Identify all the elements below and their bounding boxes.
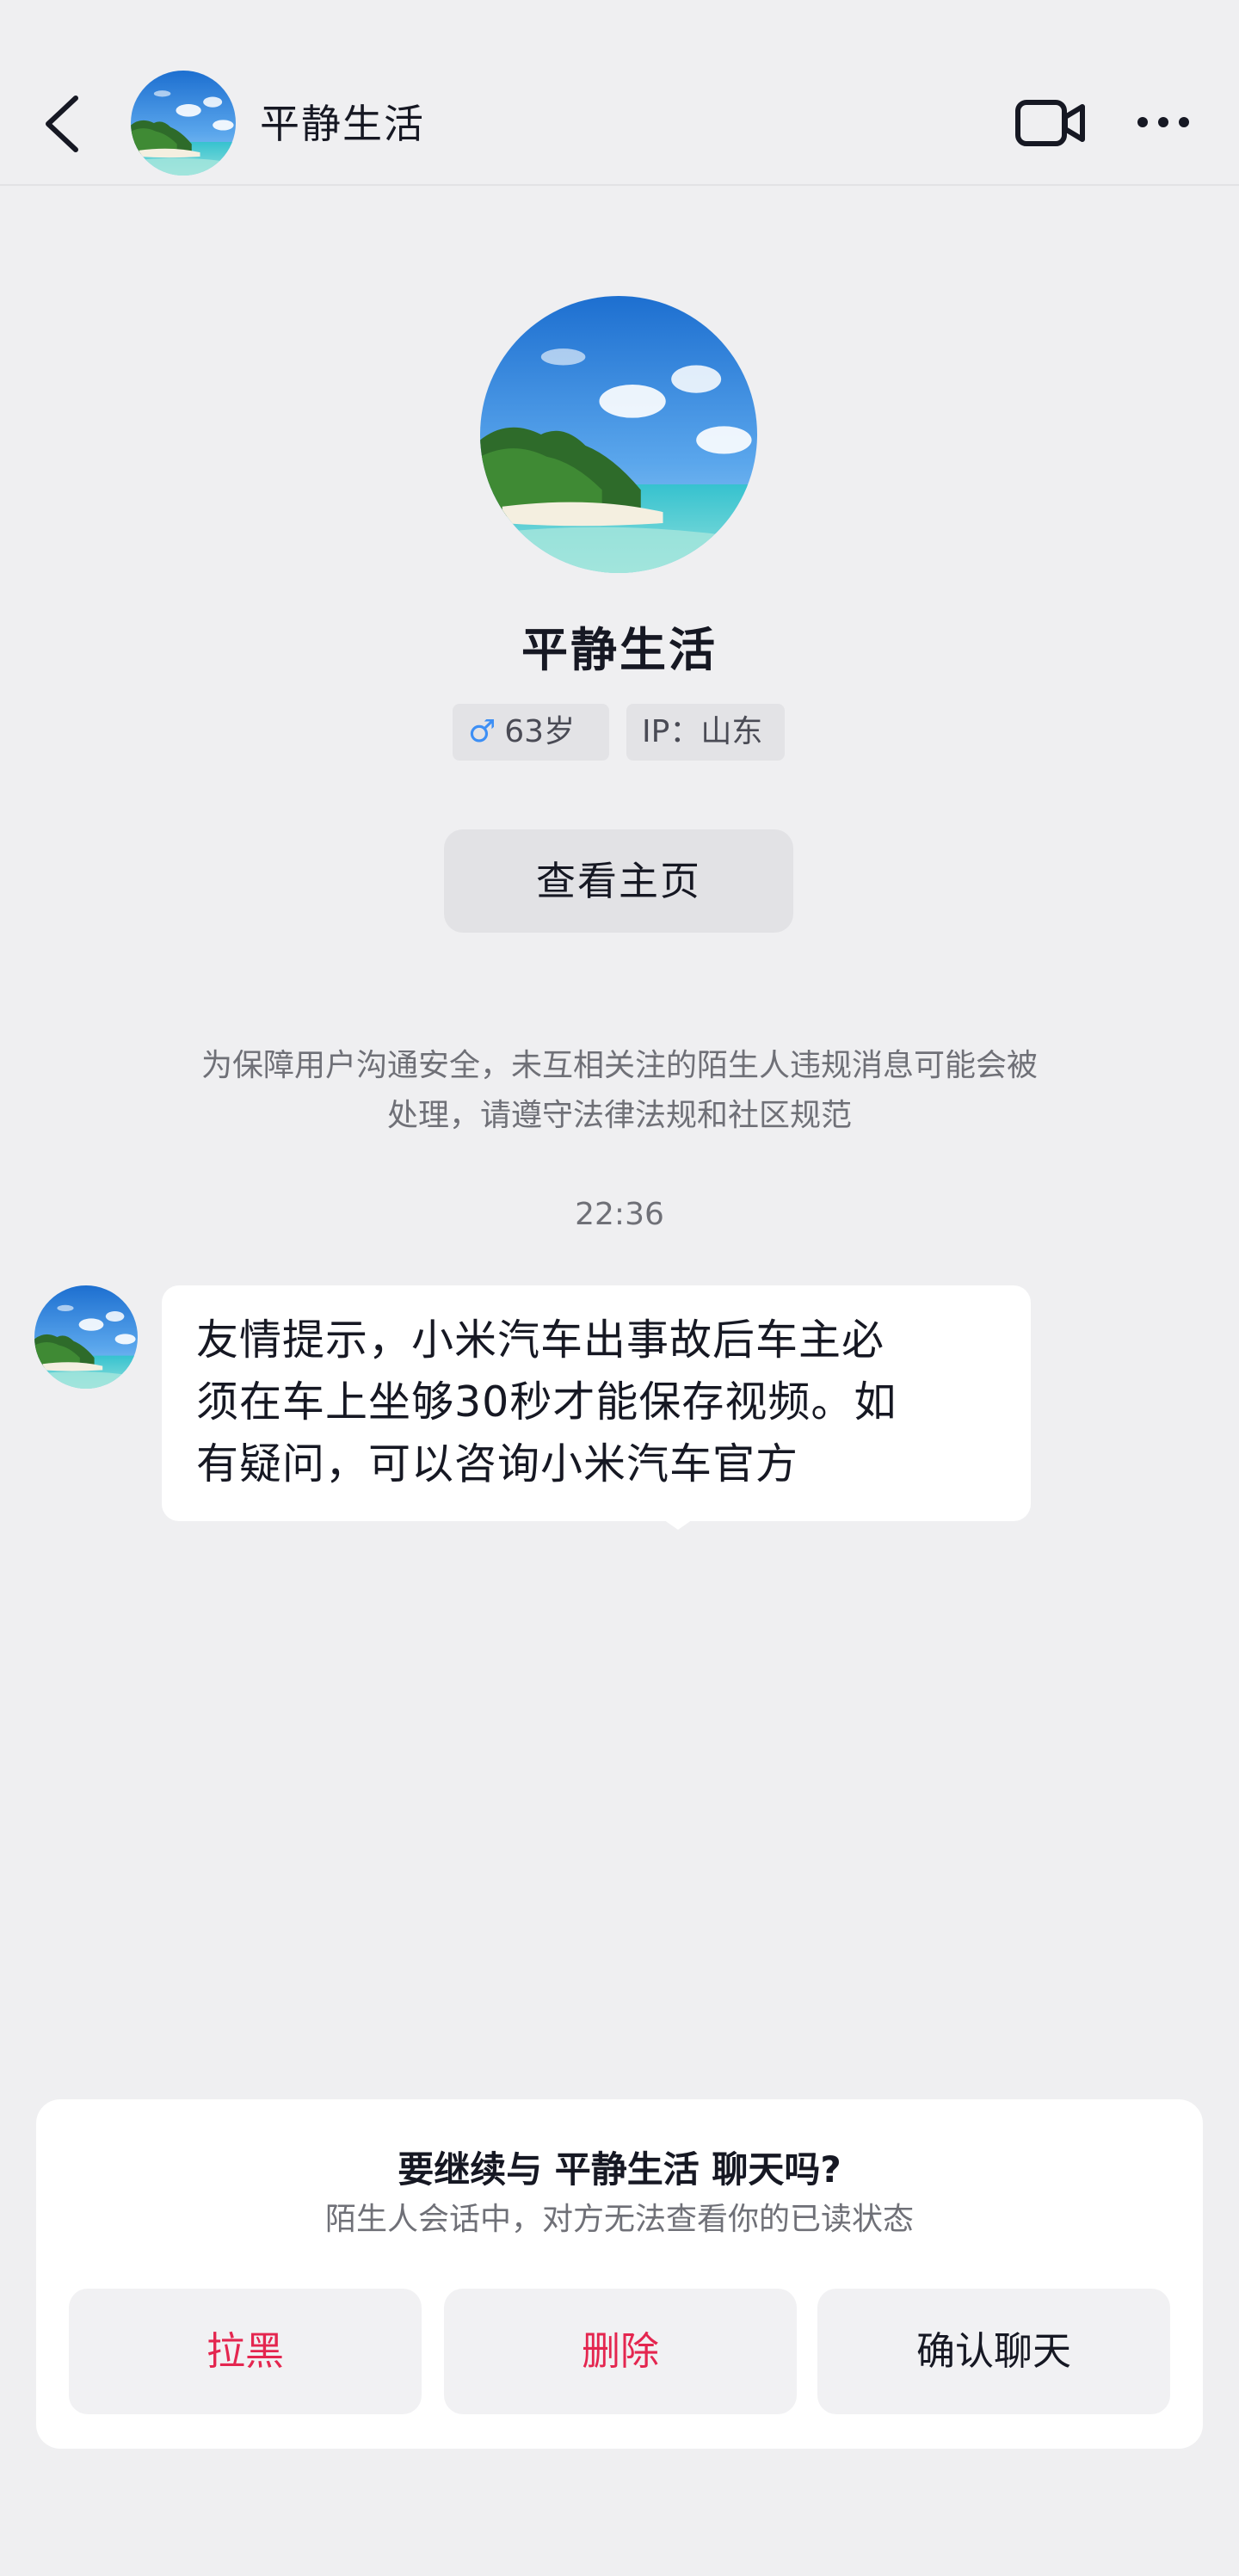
message-line: 有疑问，可以咨询小米汽车官方 bbox=[196, 1439, 799, 1488]
back-icon[interactable] bbox=[41, 93, 83, 155]
message-line: 友情提示，小米汽车出事故后车主必 bbox=[196, 1316, 885, 1365]
ip-location-tag: IP：山东 bbox=[626, 704, 785, 761]
safety-notice-line: 处理，请遵守法律法规和社区规范 bbox=[386, 1098, 852, 1133]
message-timestamp: 22:36 bbox=[575, 1197, 664, 1232]
more-icon[interactable] bbox=[1136, 112, 1191, 132]
safety-notice: 为保障用户沟通安全，未互相关注的陌生人违规消息可能会被 处理，请遵守法律法规和社… bbox=[120, 1041, 1119, 1141]
chat-header: 平静生活 bbox=[0, 0, 1239, 186]
header-contact-name[interactable]: 平静生活 bbox=[260, 96, 425, 151]
prompt-title: 要继续与 平静生活 聊天吗? bbox=[398, 2148, 841, 2191]
ip-text: IP：山东 bbox=[642, 714, 763, 749]
block-button[interactable]: 拉黑 bbox=[69, 2289, 422, 2414]
stranger-chat-prompt: 要继续与 平静生活 聊天吗? 陌生人会话中，对方无法查看你的已读状态 拉黑 删除… bbox=[36, 2099, 1203, 2449]
message-bubble[interactable]: 友情提示，小米汽车出事故后车主必 须在车上坐够30秒才能保存视频。如 有疑问，可… bbox=[162, 1285, 1031, 1521]
sender-avatar[interactable] bbox=[34, 1285, 138, 1389]
delete-button[interactable]: 删除 bbox=[444, 2289, 797, 2414]
age-text: 63岁 bbox=[504, 714, 576, 749]
gender-age-tag: ♂ 63岁 bbox=[453, 704, 609, 761]
prompt-subtitle: 陌生人会话中，对方无法查看你的已读状态 bbox=[324, 2202, 914, 2237]
message-line: 须在车上坐够30秒才能保存视频。如 bbox=[196, 1377, 897, 1427]
confirm-chat-button[interactable]: 确认聊天 bbox=[817, 2289, 1170, 2414]
view-homepage-button[interactable]: 查看主页 bbox=[444, 829, 793, 933]
header-avatar[interactable] bbox=[131, 71, 236, 176]
safety-notice-line: 为保障用户沟通安全，未互相关注的陌生人违规消息可能会被 bbox=[200, 1048, 1038, 1083]
profile-avatar[interactable] bbox=[480, 296, 757, 573]
video-call-icon[interactable] bbox=[1015, 98, 1086, 148]
male-icon: ♂ bbox=[468, 714, 496, 749]
profile-name: 平静生活 bbox=[521, 623, 718, 677]
bubble-tail bbox=[661, 1518, 695, 1530]
